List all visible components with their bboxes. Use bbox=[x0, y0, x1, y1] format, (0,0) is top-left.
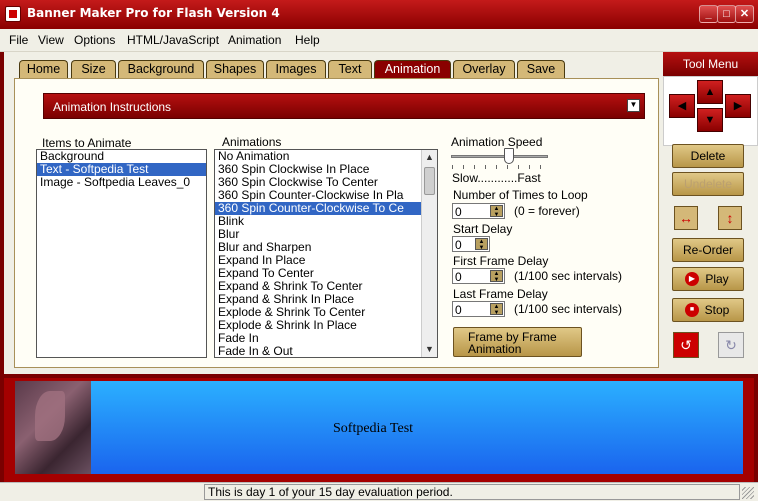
banner-background bbox=[91, 381, 743, 474]
menu-html-javascript[interactable]: HTML/JavaScript bbox=[127, 33, 219, 47]
stepper-arrows-icon[interactable]: ▲ ▼ bbox=[475, 238, 488, 251]
redo-icon[interactable]: ↻ bbox=[718, 332, 744, 358]
banner-leaves-image bbox=[15, 381, 91, 474]
arrow-left-icon[interactable]: ◀ bbox=[669, 94, 695, 118]
close-button[interactable]: ✕ bbox=[735, 5, 754, 23]
instructions-label: Animation Instructions bbox=[53, 100, 172, 114]
arrow-down-icon[interactable]: ▼ bbox=[697, 108, 723, 132]
speed-slider-thumb[interactable] bbox=[504, 148, 515, 164]
arrow-up-icon[interactable]: ▲ bbox=[697, 80, 723, 104]
speed-slider-track bbox=[451, 155, 548, 158]
list-item[interactable]: Image - Softpedia Leaves_0 bbox=[37, 176, 206, 189]
list-item[interactable]: Blink bbox=[215, 215, 437, 228]
stop-label: Stop bbox=[704, 303, 730, 317]
loop-label: Number of Times to Loop bbox=[453, 188, 588, 202]
stop-icon: ■ bbox=[685, 303, 699, 317]
chevron-down-icon[interactable]: ▼ bbox=[627, 99, 640, 112]
play-button[interactable]: ▶ Play bbox=[672, 267, 744, 291]
window-title: Banner Maker Pro for Flash Version 4 bbox=[27, 6, 280, 20]
tab-overlay[interactable]: Overlay bbox=[453, 60, 515, 78]
animations-listbox[interactable]: No Animation 360 Spin Clockwise In Place… bbox=[214, 149, 438, 358]
last-frame-delay-label: Last Frame Delay bbox=[453, 287, 548, 301]
tab-home[interactable]: Home bbox=[19, 60, 68, 78]
loop-note: (0 = forever) bbox=[514, 204, 580, 218]
undelete-button[interactable]: Undelete bbox=[672, 172, 744, 196]
menu-options[interactable]: Options bbox=[74, 33, 115, 47]
direction-pad: ▲ ◀ ▶ ▼ bbox=[663, 76, 758, 146]
stepper-arrows-icon[interactable]: ▲ ▼ bbox=[490, 270, 503, 283]
list-item[interactable]: Fade In & Out bbox=[215, 345, 437, 358]
menu-animation[interactable]: Animation bbox=[228, 33, 281, 47]
scroll-up-icon[interactable]: ▲ bbox=[422, 150, 437, 165]
animation-speed-label: Animation Speed bbox=[451, 135, 543, 149]
start-delay-value: 0 bbox=[455, 238, 462, 252]
speed-slider-ticks bbox=[452, 165, 548, 169]
status-cell: This is day 1 of your 15 day evaluation … bbox=[204, 484, 740, 500]
tab-text[interactable]: Text bbox=[328, 60, 372, 78]
tab-background[interactable]: Background bbox=[118, 60, 204, 78]
last-frame-delay-note: (1/100 sec intervals) bbox=[514, 302, 623, 316]
banner-text[interactable]: Softpedia Test bbox=[333, 421, 413, 437]
animation-instructions-bar[interactable]: Animation Instructions ▼ bbox=[43, 93, 645, 119]
frame-by-frame-button[interactable]: Frame by Frame Animation bbox=[453, 327, 582, 357]
tab-animation[interactable]: Animation bbox=[374, 60, 451, 78]
menu-help[interactable]: Help bbox=[295, 33, 320, 47]
items-listbox[interactable]: Background Text - Softpedia Test Image -… bbox=[36, 149, 207, 358]
loop-value: 0 bbox=[455, 205, 462, 219]
list-item[interactable]: 360 Spin Counter-Clockwise To Ce bbox=[215, 202, 437, 215]
items-to-animate-label: Items to Animate bbox=[42, 136, 132, 150]
start-delay-stepper[interactable]: 0 ▲ ▼ bbox=[452, 236, 490, 252]
first-frame-delay-label: First Frame Delay bbox=[453, 254, 549, 268]
undo-icon[interactable]: ↺ bbox=[673, 332, 699, 358]
tab-shapes[interactable]: Shapes bbox=[206, 60, 264, 78]
menu-file[interactable]: File bbox=[9, 33, 28, 47]
start-delay-label: Start Delay bbox=[453, 222, 513, 236]
app-icon bbox=[5, 6, 21, 22]
banner-preview: Softpedia Test bbox=[4, 378, 754, 482]
scrollbar-thumb[interactable] bbox=[424, 167, 435, 195]
menu-bar: File View Options HTML/JavaScript Animat… bbox=[0, 29, 758, 52]
last-frame-delay-value: 0 bbox=[455, 303, 462, 317]
resize-grip-icon[interactable] bbox=[742, 487, 754, 499]
status-bar: This is day 1 of your 15 day evaluation … bbox=[0, 482, 758, 501]
flip-horizontal-icon[interactable]: ↔ bbox=[674, 206, 698, 230]
play-icon: ▶ bbox=[685, 272, 699, 286]
last-frame-delay-stepper[interactable]: 0 ▲ ▼ bbox=[452, 301, 505, 317]
animations-scrollbar[interactable]: ▲ ▼ bbox=[421, 150, 437, 357]
status-message: This is day 1 of your 15 day evaluation … bbox=[208, 485, 453, 499]
main-panel: Home Size Background Shapes Images Text … bbox=[4, 52, 663, 374]
animations-label: Animations bbox=[222, 135, 282, 149]
first-frame-delay-value: 0 bbox=[455, 270, 462, 284]
reorder-button[interactable]: Re-Order bbox=[672, 238, 744, 262]
tool-menu-title: Tool Menu bbox=[663, 52, 758, 76]
tab-save[interactable]: Save bbox=[517, 60, 565, 78]
scroll-down-icon[interactable]: ▼ bbox=[422, 342, 437, 357]
menu-view[interactable]: View bbox=[38, 33, 64, 47]
play-label: Play bbox=[705, 272, 729, 286]
stop-button[interactable]: ■ Stop bbox=[672, 298, 744, 322]
tool-menu: Tool Menu ▲ ◀ ▶ ▼ Delete Undelete ↔ ↕ Re… bbox=[663, 52, 758, 374]
maximize-button[interactable]: □ bbox=[717, 5, 736, 23]
tab-size[interactable]: Size bbox=[71, 60, 116, 78]
slow-fast-label: Slow............Fast bbox=[452, 171, 541, 185]
minimize-button[interactable]: _ bbox=[699, 5, 718, 23]
loop-stepper[interactable]: 0 ▲ ▼ bbox=[452, 203, 505, 219]
arrow-right-icon[interactable]: ▶ bbox=[725, 94, 751, 118]
animation-tab-panel: Animation Instructions ▼ Items to Animat… bbox=[14, 78, 659, 368]
first-frame-delay-note: (1/100 sec intervals) bbox=[514, 269, 623, 283]
stepper-arrows-icon[interactable]: ▲ ▼ bbox=[490, 205, 503, 218]
title-bar: Banner Maker Pro for Flash Version 4 _ □… bbox=[0, 0, 758, 29]
stepper-arrows-icon[interactable]: ▲ ▼ bbox=[490, 303, 503, 316]
delete-button[interactable]: Delete bbox=[672, 144, 744, 168]
frame-button-line2: Animation bbox=[468, 342, 522, 356]
tab-images[interactable]: Images bbox=[266, 60, 326, 78]
flip-vertical-icon[interactable]: ↕ bbox=[718, 206, 742, 230]
first-frame-delay-stepper[interactable]: 0 ▲ ▼ bbox=[452, 268, 505, 284]
